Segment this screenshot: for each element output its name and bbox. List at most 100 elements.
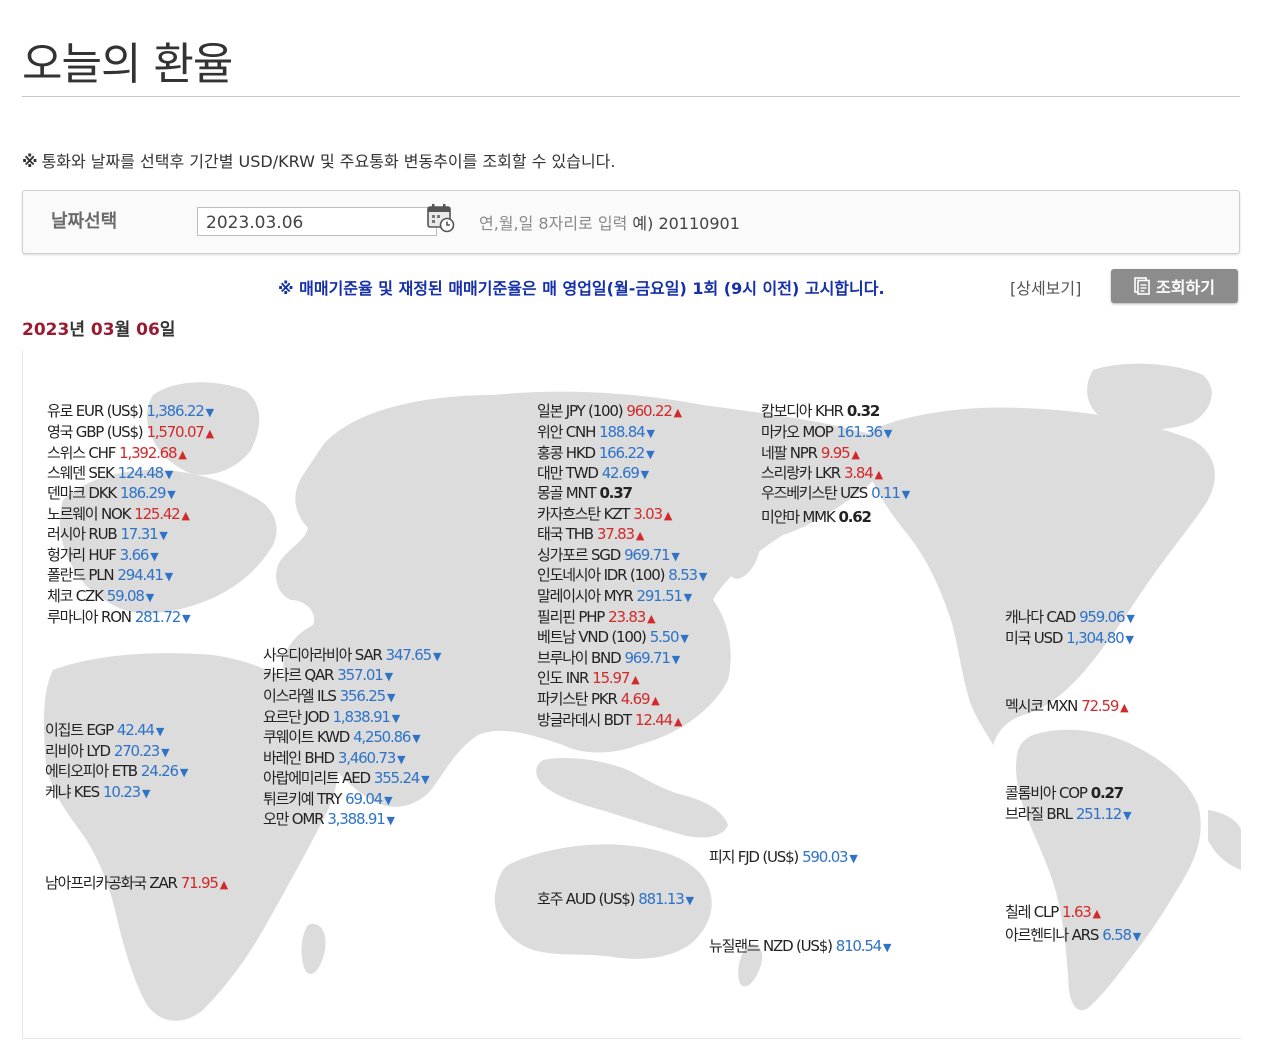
notice-text: ※ 통화와 날짜를 선택후 기간별 USD/KRW 및 주요통화 변동추이를 조회… — [22, 148, 615, 172]
rate-value: 1,386.22 — [146, 402, 204, 420]
down-triangle-icon: ▼ — [1125, 633, 1134, 646]
rate-item: 멕시코 MXN 72.59 ▲ — [1005, 697, 1129, 717]
currency-name: 베트남 VND (100) — [537, 628, 647, 646]
rate-value: 1,838.91 — [332, 708, 391, 726]
down-triangle-icon: ▼ — [849, 852, 858, 865]
rate-value: 42.44 — [116, 721, 155, 739]
rate-item: 리비아 LYD 270.23 ▼ — [45, 742, 170, 762]
calendar-icon[interactable] — [427, 203, 455, 233]
up-triangle-icon: ▲ — [178, 448, 187, 461]
currency-name: 태국 THB — [537, 525, 594, 543]
rate-item: 남아프리카공화국 ZAR 71.95 ▲ — [45, 874, 228, 894]
rate-item: 케냐 KES 10.23 ▼ — [45, 783, 151, 803]
page-title: 오늘의 환율 — [22, 39, 233, 90]
rate-value: 4.69 — [620, 690, 651, 708]
rate-item: 브루나이 BND 969.71 ▼ — [537, 649, 681, 669]
currency-name: 뉴질랜드 NZD (US$) — [709, 937, 833, 955]
rate-item: 러시아 RUB 17.31 ▼ — [47, 525, 168, 545]
down-triangle-icon: ▼ — [1123, 809, 1132, 822]
rate-value: 251.12 — [1075, 805, 1123, 823]
currency-name: 사우디아라비아 SAR — [263, 646, 383, 664]
currency-name: 남아프리카공화국 ZAR — [45, 874, 178, 892]
rate-value: 281.72 — [134, 608, 182, 626]
rate-value: 124.48 — [117, 464, 165, 482]
map-greenland — [1087, 363, 1212, 430]
down-triangle-icon: ▼ — [646, 427, 655, 440]
rate-date-heading: 2023년 03월 06일 — [22, 315, 175, 340]
map-north-america — [864, 407, 1215, 745]
rate-notice-line: ※ 매매기준율 및 재정된 매매기준율은 매 영업일(월-금요일) 1회 (9시… — [278, 279, 885, 298]
rate-item: 방글라데시 BDT 12.44 ▲ — [537, 711, 682, 731]
currency-name: 노르웨이 NOK — [47, 505, 131, 523]
down-triangle-icon: ▼ — [386, 814, 396, 827]
rate-item: 브라질 BRL 251.12 ▼ — [1005, 805, 1132, 825]
currency-name: 쿠웨이트 KWD — [263, 728, 350, 746]
up-triangle-icon: ▲ — [673, 406, 683, 419]
down-triangle-icon: ▼ — [205, 406, 215, 419]
rate-value: 959.06 — [1079, 608, 1126, 626]
down-triangle-icon: ▼ — [680, 632, 689, 645]
down-triangle-icon: ▼ — [164, 468, 174, 481]
rate-item: 체코 CZK 59.08 ▼ — [47, 587, 154, 607]
up-triangle-icon: ▲ — [1092, 907, 1102, 920]
down-triangle-icon: ▼ — [1132, 930, 1142, 943]
up-triangle-icon: ▲ — [181, 509, 191, 522]
currency-name: 브루나이 BND — [537, 649, 622, 667]
rate-value: 72.59 — [1081, 697, 1119, 715]
rate-item: 홍콩 HKD 166.22 ▼ — [537, 444, 655, 464]
up-triangle-icon: ▲ — [205, 427, 215, 440]
currency-name: 캄보디아 KHR — [761, 402, 844, 420]
currency-name: 오만 OMR — [263, 810, 325, 828]
rate-value: 810.54 — [835, 937, 883, 955]
map-southeast-asia — [536, 758, 728, 838]
currency-name: 피지 FJD (US$) — [709, 848, 799, 866]
rate-value: 1,304.80 — [1066, 629, 1124, 647]
rate-item: 이집트 EGP 42.44 ▼ — [45, 721, 164, 741]
down-triangle-icon: ▼ — [671, 653, 681, 666]
down-triangle-icon: ▼ — [683, 591, 693, 604]
rate-item: 인도네시아 IDR (100) 8.53 ▼ — [537, 566, 708, 586]
currency-name: 싱가포르 SGD — [537, 546, 621, 564]
query-button[interactable]: 조회하기 — [1111, 269, 1238, 303]
date-select-label: 날짜선택 — [51, 211, 118, 232]
down-triangle-icon: ▼ — [685, 894, 695, 907]
currency-name: 말레이시아 MYR — [537, 587, 634, 605]
rate-item: 호주 AUD (US$) 881.13 ▼ — [537, 890, 695, 910]
rate-value: 969.71 — [624, 649, 671, 667]
down-triangle-icon: ▼ — [698, 570, 708, 583]
currency-name: 몽골 MNT — [537, 484, 597, 502]
currency-name: 유로 EUR (US$) — [47, 402, 144, 420]
rate-item: 아르헨티나 ARS 6.58 ▼ — [1005, 926, 1142, 946]
currency-name: 대만 TWD — [537, 464, 599, 482]
rate-value: 0.11 — [871, 484, 901, 502]
rate-item: 캄보디아 KHR 0.32 — [761, 402, 880, 420]
rate-value: 12.44 — [634, 711, 673, 729]
rate-item: 이스라엘 ILS 356.25 ▼ — [263, 687, 395, 707]
up-triangle-icon: ▲ — [647, 612, 656, 625]
rate-item: 태국 THB 37.83 ▲ — [537, 525, 644, 545]
rate-item: 미국 USD 1,304.80 ▼ — [1005, 629, 1134, 649]
currency-name: 브라질 BRL — [1005, 805, 1073, 823]
rate-value: 161.36 — [836, 423, 884, 441]
currency-name: 에티오피아 ETB — [45, 762, 138, 780]
rate-value: 24.26 — [140, 762, 179, 780]
rate-value: 3.03 — [633, 505, 663, 523]
currency-name: 미얀마 MMK — [761, 508, 836, 526]
currency-name: 아르헨티나 ARS — [1005, 926, 1099, 944]
query-button-label: 조회하기 — [1156, 278, 1215, 297]
rate-item: 헝가리 HUF 3.66 ▼ — [47, 546, 159, 566]
notice-message: 통화와 날짜를 선택후 기간별 USD/KRW 및 주요통화 변동추이를 조회할… — [41, 152, 616, 171]
currency-name: 체코 CZK — [47, 587, 104, 605]
up-triangle-icon: ▲ — [874, 468, 884, 481]
currency-name: 홍콩 HKD — [537, 444, 596, 462]
down-triangle-icon: ▼ — [141, 787, 151, 800]
document-icon — [1134, 277, 1150, 295]
currency-name: 미국 USD — [1005, 629, 1063, 647]
rate-value: 0.32 — [846, 402, 880, 420]
rate-value: 0.27 — [1090, 784, 1124, 802]
rate-item: 싱가포르 SGD 969.71 ▼ — [537, 546, 680, 566]
down-triangle-icon: ▼ — [421, 773, 430, 786]
date-input[interactable] — [197, 207, 437, 236]
detail-link[interactable]: [상세보기] — [1010, 275, 1081, 299]
rate-item: 바레인 BHD 3,460.73 ▼ — [263, 749, 406, 769]
